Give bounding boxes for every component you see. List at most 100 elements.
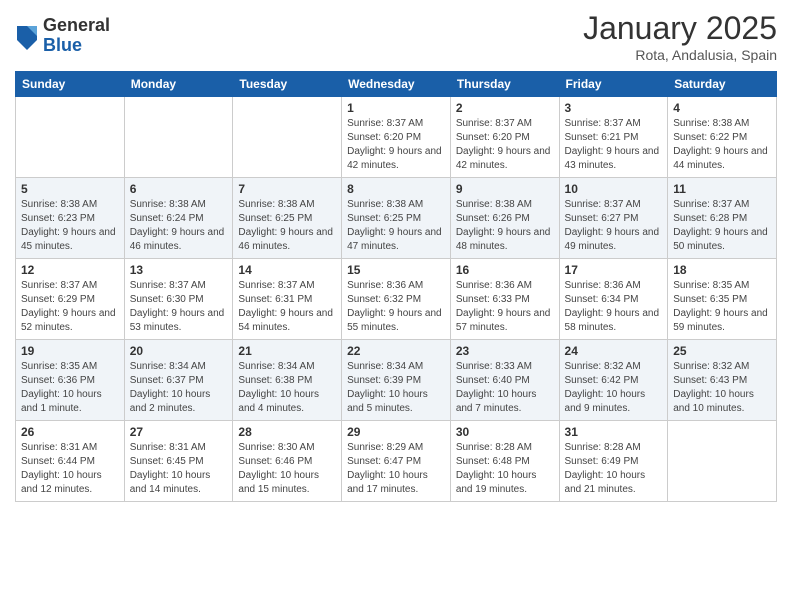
header-friday: Friday xyxy=(559,72,668,97)
day-info: Sunrise: 8:32 AM Sunset: 6:43 PM Dayligh… xyxy=(673,360,771,416)
day-info: Sunrise: 8:36 AM Sunset: 6:34 PM Dayligh… xyxy=(565,279,663,335)
calendar-cell: 5Sunrise: 8:38 AM Sunset: 6:23 PM Daylig… xyxy=(16,178,125,259)
calendar-week-row: 19Sunrise: 8:35 AM Sunset: 6:36 PM Dayli… xyxy=(16,340,777,421)
calendar-cell: 23 Sunrise: 8:33 AM Sunset: 6:40 PM Dayli… xyxy=(450,340,559,421)
day-info: Sunrise: 8:28 AM Sunset: 6:48 PM Dayligh… xyxy=(456,441,554,497)
day-number: 4 xyxy=(673,101,771,115)
calendar-cell: 8 Sunrise: 8:38 AM Sunset: 6:25 PM Daylig… xyxy=(342,178,451,259)
day-info: Sunrise: 8:37 AM Sunset: 6:31 PM Dayligh… xyxy=(238,279,336,335)
day-number: 7 xyxy=(238,182,336,196)
day-info: Sunrise: 8:36 AM Sunset: 6:32 PM Dayligh… xyxy=(347,279,445,335)
day-info: Sunrise: 8:36 AM Sunset: 6:33 PM Dayligh… xyxy=(456,279,554,335)
page: General Blue January 2025 Rota, Andalusi… xyxy=(0,0,792,517)
day-number: 5 xyxy=(21,182,119,196)
day-number: 10 xyxy=(565,182,663,196)
month-title: January 2025 xyxy=(583,10,777,47)
day-info: Sunrise: 8:32 AM Sunset: 6:42 PM Dayligh… xyxy=(565,360,663,416)
day-info: Sunrise: 8:35 AM Sunset: 6:35 PM Dayligh… xyxy=(673,279,771,335)
day-number: 31 xyxy=(565,425,663,439)
day-info: Sunrise: 8:37 AM Sunset: 6:20 PM Dayligh… xyxy=(347,117,445,173)
day-number: 11 xyxy=(673,182,771,196)
day-info: Sunrise: 8:34 AM Sunset: 6:38 PM Dayligh… xyxy=(238,360,336,416)
day-number: 17 xyxy=(565,263,663,277)
day-info: Sunrise: 8:37 AM Sunset: 6:21 PM Dayligh… xyxy=(565,117,663,173)
day-info: Sunrise: 8:38 AM Sunset: 6:25 PM Dayligh… xyxy=(347,198,445,254)
day-number: 20 xyxy=(130,344,228,358)
day-number: 14 xyxy=(238,263,336,277)
day-number: 8 xyxy=(347,182,445,196)
day-number: 2 xyxy=(456,101,554,115)
calendar-cell: 22 Sunrise: 8:34 AM Sunset: 6:39 PM Dayli… xyxy=(342,340,451,421)
calendar-cell: 16 Sunrise: 8:36 AM Sunset: 6:33 PM Dayli… xyxy=(450,259,559,340)
day-info: Sunrise: 8:31 AM Sunset: 6:44 PM Dayligh… xyxy=(21,441,119,497)
calendar-cell: 27Sunrise: 8:31 AM Sunset: 6:45 PM Dayli… xyxy=(124,421,233,502)
calendar-cell: 3 Sunrise: 8:37 AM Sunset: 6:21 PM Daylig… xyxy=(559,97,668,178)
calendar-cell xyxy=(16,97,125,178)
day-info: Sunrise: 8:37 AM Sunset: 6:28 PM Dayligh… xyxy=(673,198,771,254)
header: General Blue January 2025 Rota, Andalusi… xyxy=(15,10,777,63)
logo-blue-text: Blue xyxy=(43,36,110,56)
day-info: Sunrise: 8:38 AM Sunset: 6:25 PM Dayligh… xyxy=(238,198,336,254)
calendar-week-row: 12Sunrise: 8:37 AM Sunset: 6:29 PM Dayli… xyxy=(16,259,777,340)
calendar-cell: 19Sunrise: 8:35 AM Sunset: 6:36 PM Dayli… xyxy=(16,340,125,421)
calendar-cell: 17 Sunrise: 8:36 AM Sunset: 6:34 PM Dayli… xyxy=(559,259,668,340)
day-number: 21 xyxy=(238,344,336,358)
day-number: 24 xyxy=(565,344,663,358)
calendar-cell: 11 Sunrise: 8:37 AM Sunset: 6:28 PM Dayli… xyxy=(668,178,777,259)
calendar-cell: 10 Sunrise: 8:37 AM Sunset: 6:27 PM Dayli… xyxy=(559,178,668,259)
calendar-cell: 4Sunrise: 8:38 AM Sunset: 6:22 PM Daylig… xyxy=(668,97,777,178)
calendar-cell: 12Sunrise: 8:37 AM Sunset: 6:29 PM Dayli… xyxy=(16,259,125,340)
day-number: 22 xyxy=(347,344,445,358)
day-info: Sunrise: 8:31 AM Sunset: 6:45 PM Dayligh… xyxy=(130,441,228,497)
calendar-cell: 26Sunrise: 8:31 AM Sunset: 6:44 PM Dayli… xyxy=(16,421,125,502)
header-saturday: Saturday xyxy=(668,72,777,97)
day-info: Sunrise: 8:38 AM Sunset: 6:24 PM Dayligh… xyxy=(130,198,228,254)
day-number: 29 xyxy=(347,425,445,439)
day-info: Sunrise: 8:34 AM Sunset: 6:39 PM Dayligh… xyxy=(347,360,445,416)
calendar-cell xyxy=(668,421,777,502)
calendar-cell: 20 Sunrise: 8:34 AM Sunset: 6:37 PM Dayli… xyxy=(124,340,233,421)
day-info: Sunrise: 8:33 AM Sunset: 6:40 PM Dayligh… xyxy=(456,360,554,416)
calendar-cell: 9 Sunrise: 8:38 AM Sunset: 6:26 PM Daylig… xyxy=(450,178,559,259)
day-number: 30 xyxy=(456,425,554,439)
header-wednesday: Wednesday xyxy=(342,72,451,97)
day-number: 23 xyxy=(456,344,554,358)
header-thursday: Thursday xyxy=(450,72,559,97)
day-info: Sunrise: 8:28 AM Sunset: 6:49 PM Dayligh… xyxy=(565,441,663,497)
calendar-cell: 24 Sunrise: 8:32 AM Sunset: 6:42 PM Dayli… xyxy=(559,340,668,421)
logo: General Blue xyxy=(15,16,110,56)
day-number: 25 xyxy=(673,344,771,358)
calendar-cell: 30 Sunrise: 8:28 AM Sunset: 6:48 PM Dayli… xyxy=(450,421,559,502)
day-info: Sunrise: 8:38 AM Sunset: 6:26 PM Dayligh… xyxy=(456,198,554,254)
logo-icon xyxy=(15,22,39,50)
day-info: Sunrise: 8:30 AM Sunset: 6:46 PM Dayligh… xyxy=(238,441,336,497)
day-number: 6 xyxy=(130,182,228,196)
day-number: 16 xyxy=(456,263,554,277)
day-number: 3 xyxy=(565,101,663,115)
calendar-cell: 15 Sunrise: 8:36 AM Sunset: 6:32 PM Dayli… xyxy=(342,259,451,340)
day-info: Sunrise: 8:34 AM Sunset: 6:37 PM Dayligh… xyxy=(130,360,228,416)
calendar-cell: 25 Sunrise: 8:32 AM Sunset: 6:43 PM Dayli… xyxy=(668,340,777,421)
day-number: 13 xyxy=(130,263,228,277)
header-tuesday: Tuesday xyxy=(233,72,342,97)
logo-general-text: General xyxy=(43,16,110,36)
day-info: Sunrise: 8:37 AM Sunset: 6:20 PM Dayligh… xyxy=(456,117,554,173)
header-monday: Monday xyxy=(124,72,233,97)
day-info: Sunrise: 8:29 AM Sunset: 6:47 PM Dayligh… xyxy=(347,441,445,497)
calendar-cell: 29 Sunrise: 8:29 AM Sunset: 6:47 PM Dayli… xyxy=(342,421,451,502)
day-number: 28 xyxy=(238,425,336,439)
calendar-cell: 14 Sunrise: 8:37 AM Sunset: 6:31 PM Dayli… xyxy=(233,259,342,340)
calendar-cell xyxy=(124,97,233,178)
calendar: Sunday Monday Tuesday Wednesday Thursday… xyxy=(15,71,777,502)
calendar-cell: 13 Sunrise: 8:37 AM Sunset: 6:30 PM Dayli… xyxy=(124,259,233,340)
title-block: January 2025 Rota, Andalusia, Spain xyxy=(583,10,777,63)
calendar-cell: 7 Sunrise: 8:38 AM Sunset: 6:25 PM Daylig… xyxy=(233,178,342,259)
day-info: Sunrise: 8:37 AM Sunset: 6:30 PM Dayligh… xyxy=(130,279,228,335)
day-info: Sunrise: 8:37 AM Sunset: 6:27 PM Dayligh… xyxy=(565,198,663,254)
calendar-cell: 31 Sunrise: 8:28 AM Sunset: 6:49 PM Dayli… xyxy=(559,421,668,502)
calendar-cell: 28 Sunrise: 8:30 AM Sunset: 6:46 PM Dayli… xyxy=(233,421,342,502)
day-number: 9 xyxy=(456,182,554,196)
day-number: 19 xyxy=(21,344,119,358)
day-number: 15 xyxy=(347,263,445,277)
calendar-cell: 21 Sunrise: 8:34 AM Sunset: 6:38 PM Dayli… xyxy=(233,340,342,421)
